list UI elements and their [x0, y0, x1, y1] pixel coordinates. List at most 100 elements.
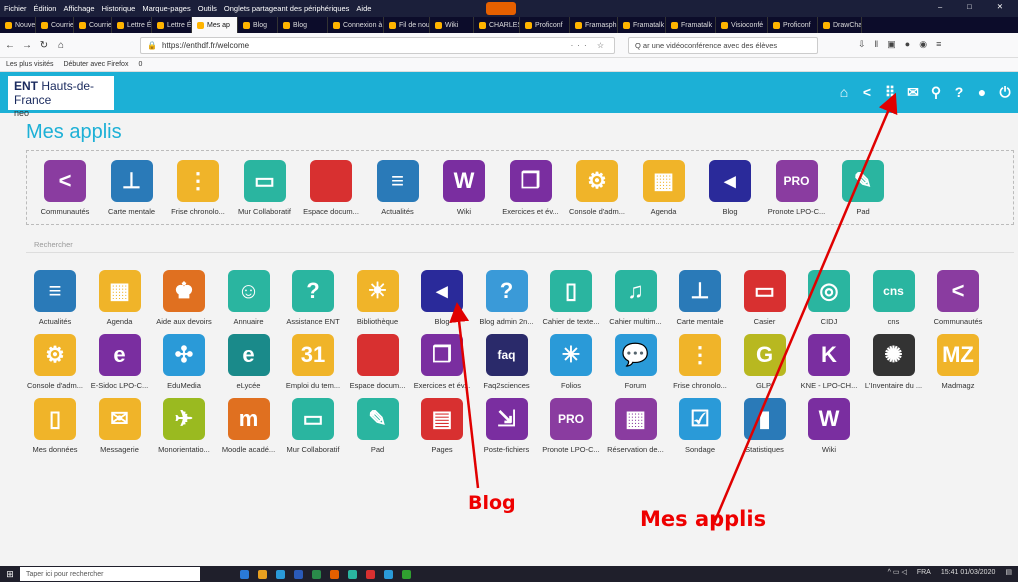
- app-tile[interactable]: G GLPI: [728, 334, 802, 390]
- windows-start-icon[interactable]: ⊞: [0, 569, 20, 580]
- forward-icon[interactable]: →: [20, 40, 34, 51]
- firefox-badge-icon[interactable]: [486, 2, 516, 15]
- app-tile[interactable]: 31 Emploi du tem...: [276, 334, 350, 390]
- extension-icon[interactable]: ●: [905, 39, 910, 50]
- app-tile[interactable]: ◂ Blog: [693, 160, 767, 216]
- word-icon[interactable]: [294, 569, 303, 579]
- browser-tab[interactable]: CHARLES: [474, 17, 520, 33]
- menu-item[interactable]: Aide: [356, 4, 371, 13]
- browser-tab[interactable]: Connexion à l': [328, 17, 384, 33]
- tray-icons[interactable]: ^ ▭ ◁: [888, 568, 907, 576]
- app-tile[interactable]: ≡ Actualités: [18, 270, 92, 326]
- app-tile[interactable]: ▭ Mur Collaboratif: [228, 160, 302, 216]
- app-tile[interactable]: ✺ L'Inventaire du ...: [857, 334, 931, 390]
- app-tile[interactable]: ⋮ Frise chronolo...: [663, 334, 737, 390]
- app-tile[interactable]: ? Blog admin 2n...: [470, 270, 544, 326]
- task-view-icon[interactable]: [240, 569, 249, 579]
- app-tile[interactable]: cns cns: [857, 270, 931, 326]
- browser-tab[interactable]: Mes ap: [192, 17, 238, 33]
- app-tile[interactable]: ◂ Blog: [405, 270, 479, 326]
- app-tile[interactable]: ▦ Réservation de...: [599, 398, 673, 454]
- app-tile[interactable]: ⊥ Carte mentale: [95, 160, 169, 216]
- app-tile[interactable]: 💬 Forum: [599, 334, 673, 390]
- app-tile[interactable]: ◎ CIDJ: [792, 270, 866, 326]
- app-tile[interactable]: ☑ Sondage: [663, 398, 737, 454]
- app-tile[interactable]: ⇲ Poste-fichiers: [470, 398, 544, 454]
- user-icon[interactable]: ●: [975, 84, 989, 100]
- browser-tab[interactable]: Lettre Édu: [112, 17, 152, 33]
- app-tile[interactable]: ⚙ Console d'adm...: [18, 334, 92, 390]
- app-tile[interactable]: < Communautés: [28, 160, 102, 216]
- browser-tab[interactable]: Nouvel on: [0, 17, 36, 33]
- apps-grid-icon[interactable]: ⠿: [883, 84, 897, 100]
- app-tile[interactable]: ▦ Agenda: [83, 270, 157, 326]
- app-tile[interactable]: PRO Pronote LPO-C...: [760, 160, 834, 216]
- browser-tab[interactable]: Blog: [278, 17, 328, 33]
- browser-tab[interactable]: Fil de nou: [384, 17, 430, 33]
- app-tile[interactable]: ✈ Monorientatio...: [147, 398, 221, 454]
- menu-item[interactable]: Historique: [102, 4, 136, 13]
- minimize-icon[interactable]: –: [938, 2, 942, 11]
- menu-item[interactable]: Outils: [198, 4, 217, 13]
- url-bar[interactable]: 🔒 https://enthdf.fr/welcome ··· ☆: [140, 37, 615, 54]
- app-tile[interactable]: ≡ Actualités: [361, 160, 435, 216]
- app-tile[interactable]: MZ Madmagz: [921, 334, 995, 390]
- back-icon[interactable]: ←: [3, 40, 17, 51]
- excel-icon[interactable]: [312, 569, 321, 579]
- url-actions-icon[interactable]: ··· ☆: [571, 41, 608, 50]
- firefox-icon[interactable]: [330, 569, 339, 579]
- taskbar-search-input[interactable]: Taper ici pour rechercher: [20, 567, 200, 581]
- app-tile[interactable]: < Communautés: [921, 270, 995, 326]
- app-tile[interactable]: ♫ Cahier multim...: [599, 270, 673, 326]
- app-tile[interactable]: ✳ Folios: [534, 334, 608, 390]
- menu-icon[interactable]: ≡: [936, 39, 941, 50]
- app-tile[interactable]: ⋮ Frise chronolo...: [161, 160, 235, 216]
- browser-tab[interactable]: Framasph: [570, 17, 618, 33]
- library-icon[interactable]: ‖: [875, 39, 879, 50]
- notification-icon[interactable]: ▤: [1005, 568, 1012, 576]
- browser-tab[interactable]: Courrier: [36, 17, 74, 33]
- app-tile[interactable]: PRO Pronote LPO-C...: [534, 398, 608, 454]
- browser-tab[interactable]: Courrier: [74, 17, 112, 33]
- bookmark-item[interactable]: 0: [138, 61, 142, 68]
- sidebar-icon[interactable]: ▣: [887, 39, 896, 50]
- app-tile[interactable]: ✣ EduMedia: [147, 334, 221, 390]
- app-tile[interactable]: ☺ Annuaire: [212, 270, 286, 326]
- app-tile[interactable]: ▯ Cahier de texte...: [534, 270, 608, 326]
- app-tile[interactable]: faq Faq2sciences: [470, 334, 544, 390]
- app-tile[interactable]: Espace docum...: [341, 334, 415, 390]
- browser-tab[interactable]: DrawChat: [818, 17, 862, 33]
- browser-tab[interactable]: Lettre Édu: [152, 17, 192, 33]
- chrome-icon[interactable]: [402, 569, 411, 579]
- language-indicator[interactable]: FRA: [917, 569, 931, 576]
- menu-item[interactable]: Onglets partageant des périphériques: [224, 4, 350, 13]
- share-icon[interactable]: <: [860, 84, 874, 100]
- browser-tab[interactable]: Framatalk: [666, 17, 716, 33]
- search-icon[interactable]: ⚲: [929, 84, 943, 100]
- app-tile[interactable]: ▭ Casier: [728, 270, 802, 326]
- search-input[interactable]: Q ar une vidéoconférence avec des élèves: [628, 37, 818, 54]
- close-icon[interactable]: ✕: [997, 2, 1003, 11]
- app-tile[interactable]: ▯ Mes données: [18, 398, 92, 454]
- bookmark-item[interactable]: Les plus visités: [6, 61, 53, 68]
- account-icon[interactable]: ◉: [919, 39, 927, 50]
- reload-icon[interactable]: ↻: [37, 40, 51, 51]
- download-icon[interactable]: ⇩: [858, 39, 866, 50]
- app-tile[interactable]: ❒ Exercices et év...: [405, 334, 479, 390]
- app-tile[interactable]: Espace docum...: [294, 160, 368, 216]
- app-tile[interactable]: ✉ Messagerie: [83, 398, 157, 454]
- help-icon[interactable]: ?: [952, 84, 966, 100]
- app-tile[interactable]: ? Assistance ENT: [276, 270, 350, 326]
- menu-item[interactable]: Fichier: [4, 4, 27, 13]
- edge-icon[interactable]: [384, 569, 393, 579]
- menu-item[interactable]: Marque-pages: [142, 4, 190, 13]
- browser-tab[interactable]: Visioconfé: [716, 17, 768, 33]
- home-icon[interactable]: ⌂: [837, 84, 851, 100]
- app-tile[interactable]: ⊥ Carte mentale: [663, 270, 737, 326]
- menu-item[interactable]: Édition: [34, 4, 57, 13]
- browser-tab[interactable]: Proficonf: [520, 17, 570, 33]
- app-tile[interactable]: ☀ Bibliothèque: [341, 270, 415, 326]
- app-icon[interactable]: [276, 569, 285, 579]
- ent-logo[interactable]: ENT Hauts-de-France neo: [8, 76, 114, 118]
- menu-item[interactable]: Affichage: [63, 4, 94, 13]
